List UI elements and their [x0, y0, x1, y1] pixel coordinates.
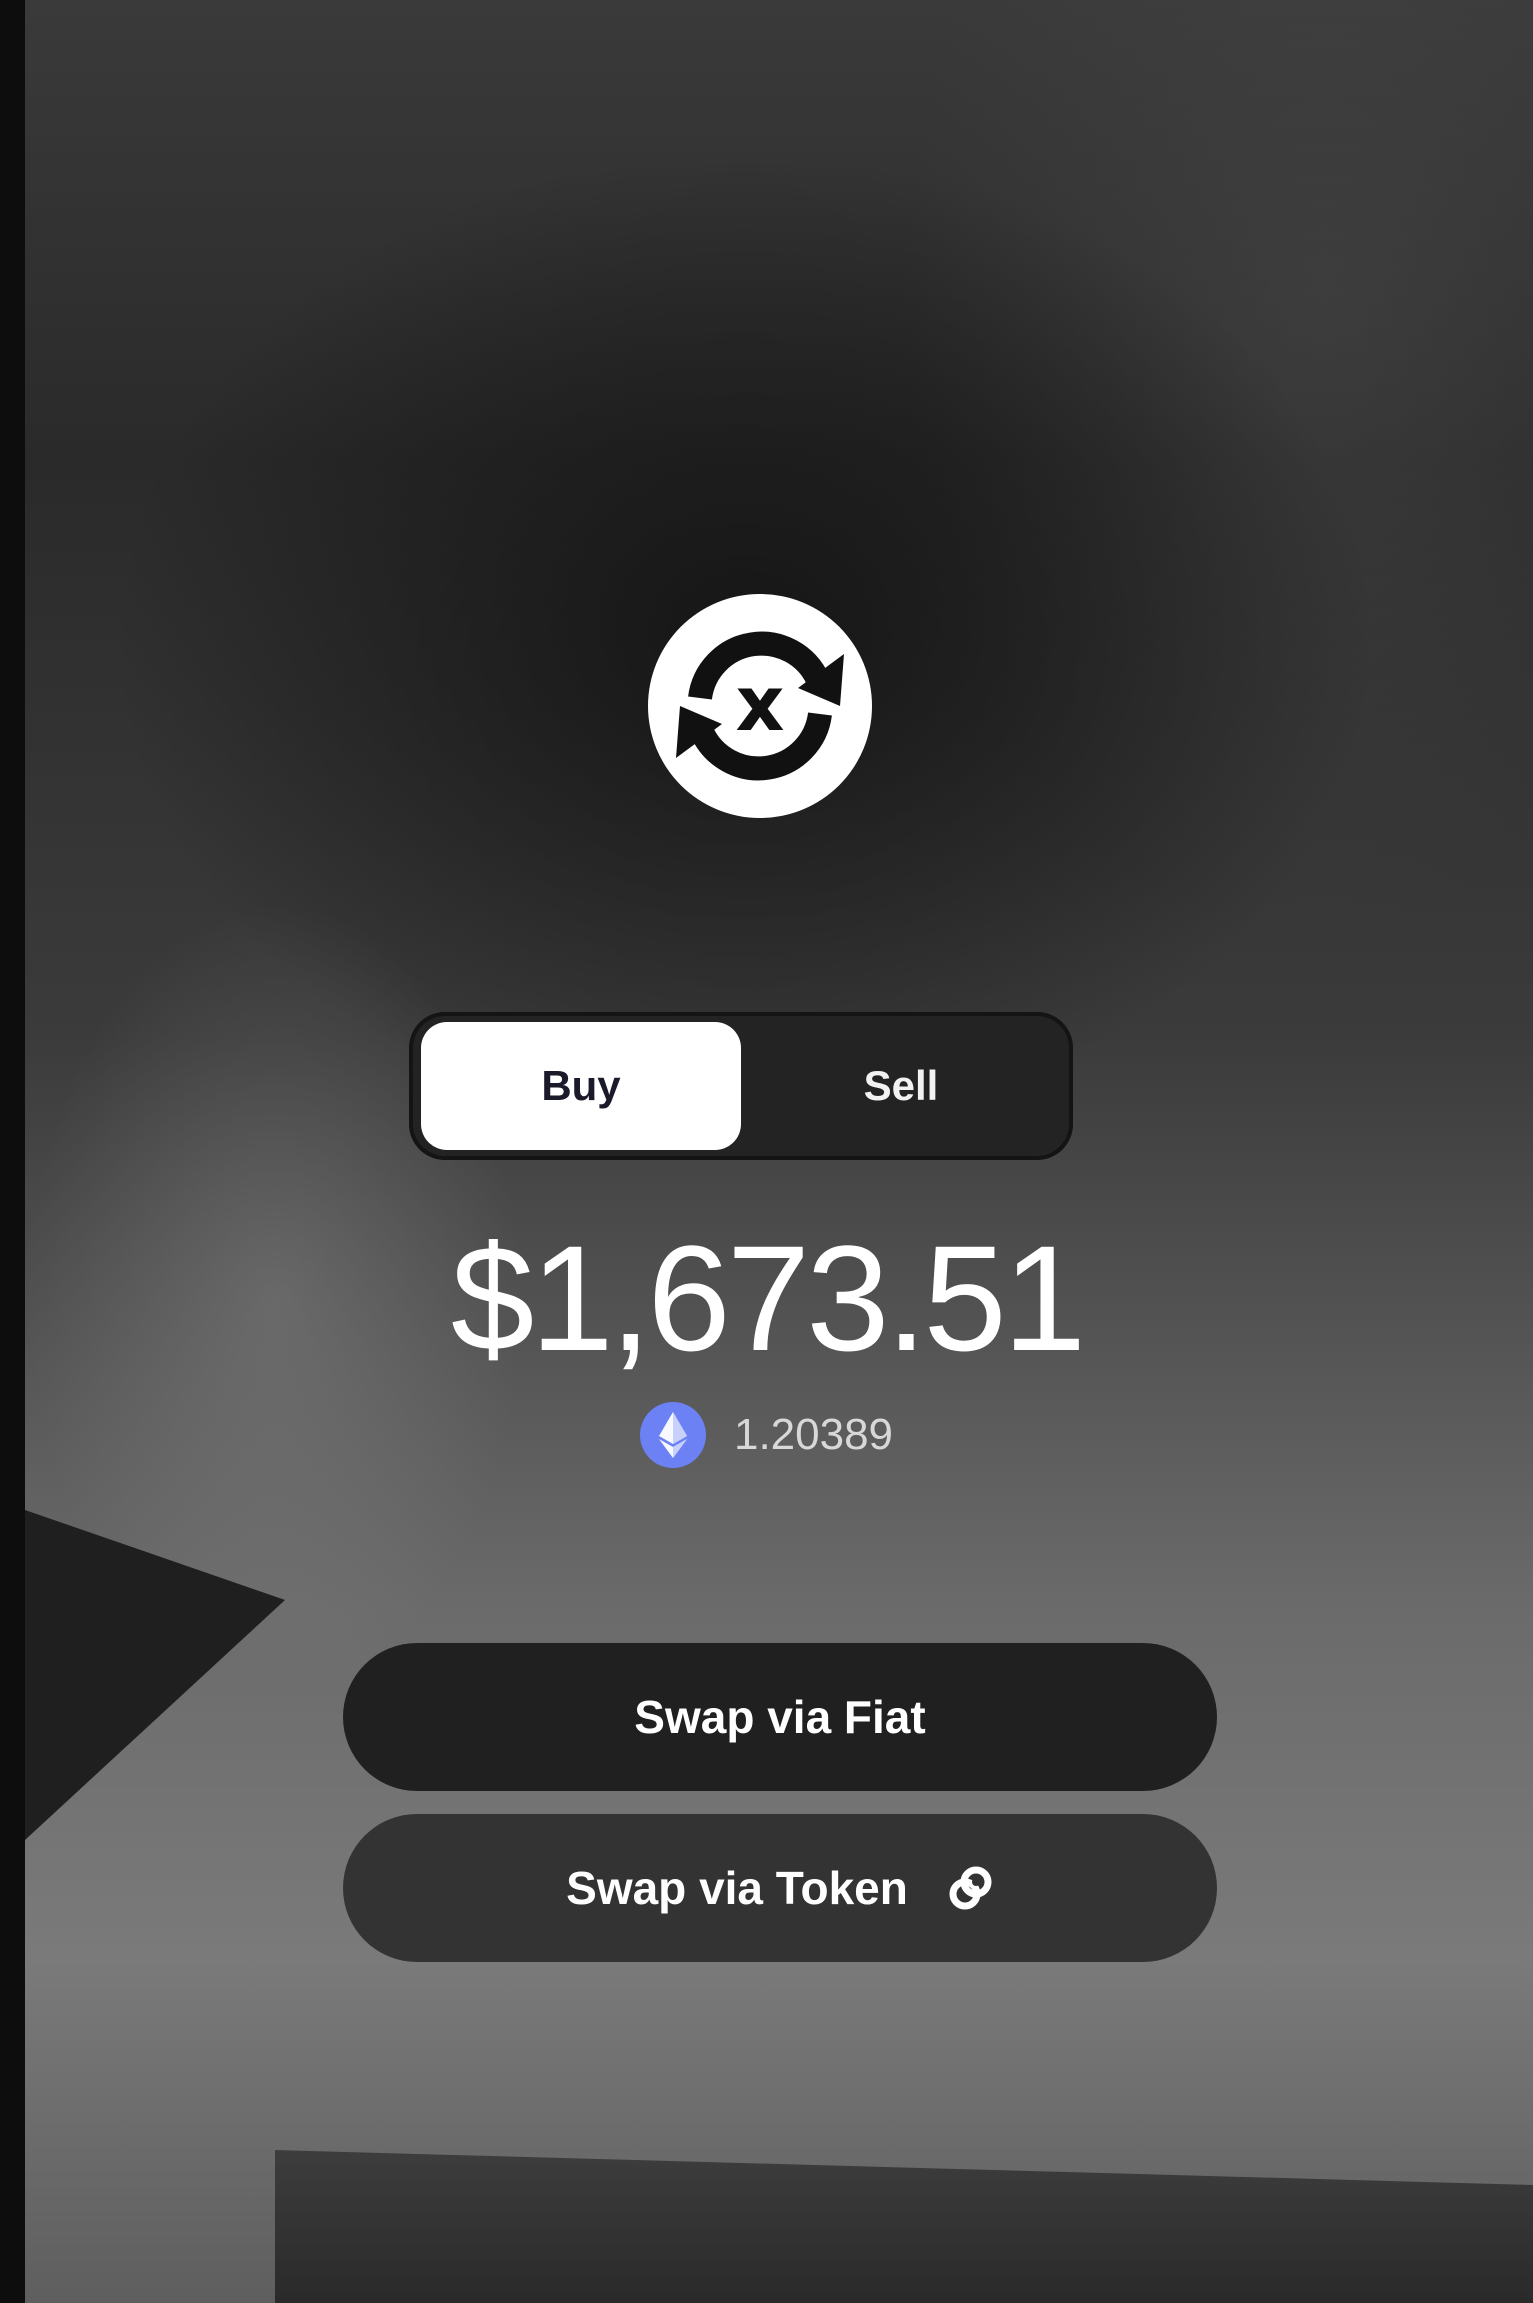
link-icon: [949, 1866, 992, 1910]
token-balance-row: 1.20389: [0, 1402, 1533, 1468]
swap-x-logo-icon: x: [648, 594, 872, 818]
swap-via-fiat-label: Swap via Fiat: [634, 1691, 926, 1743]
fiat-balance: $1,673.51: [450, 1214, 1086, 1382]
window-edge: [0, 0, 25, 2303]
swap-via-fiat-button[interactable]: Swap via Fiat: [343, 1643, 1217, 1791]
buy-tab[interactable]: Buy: [421, 1022, 741, 1150]
swap-via-token-button[interactable]: Swap via Token: [343, 1814, 1217, 1962]
background-floor: [275, 2150, 1533, 2303]
ethereum-icon: [639, 1402, 706, 1468]
buy-sell-toggle: Buy Sell: [409, 1012, 1073, 1160]
token-amount: 1.20389: [733, 1410, 894, 1459]
sell-tab[interactable]: Sell: [741, 1022, 1061, 1150]
svg-text:x: x: [735, 659, 784, 748]
swap-via-token-label: Swap via Token: [566, 1862, 908, 1914]
